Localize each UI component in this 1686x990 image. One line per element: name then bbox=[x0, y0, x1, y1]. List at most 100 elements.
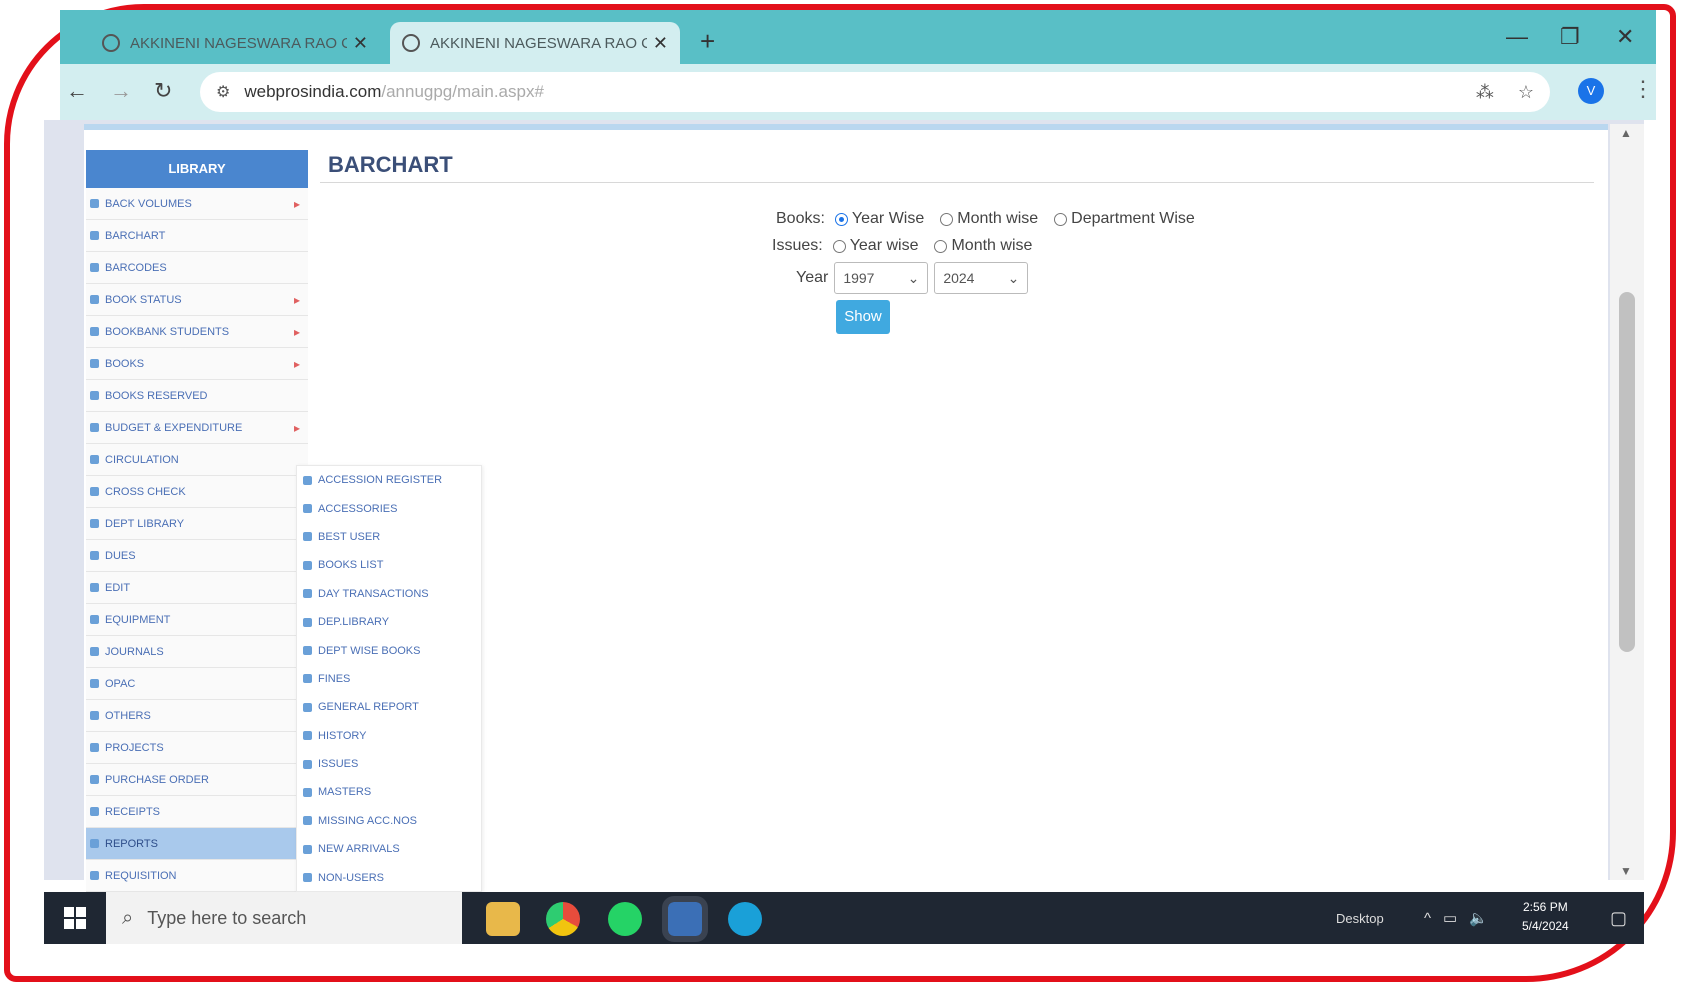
profile-avatar[interactable]: V bbox=[1578, 78, 1604, 104]
restore-icon[interactable]: ❐ bbox=[1560, 24, 1580, 50]
sidebar-item-dept-library[interactable]: DEPT LIBRARY bbox=[86, 508, 308, 540]
year-to-select[interactable]: 2024 ⌄ bbox=[934, 262, 1029, 294]
new-tab-button[interactable]: + bbox=[700, 26, 715, 57]
submenu-item-dep-library[interactable]: DEP.LIBRARY bbox=[297, 608, 481, 636]
submenu-item-books-list[interactable]: BOOKS LIST bbox=[297, 551, 481, 579]
submenu-item-label: GENERAL REPORT bbox=[318, 701, 419, 714]
minimize-icon[interactable]: — bbox=[1506, 24, 1528, 50]
translate-icon[interactable]: ⁂ bbox=[1476, 82, 1494, 103]
sidebar-item-dues[interactable]: DUES bbox=[86, 540, 308, 572]
notifications-icon[interactable]: ▢ bbox=[1610, 892, 1627, 944]
menu-bullet-icon bbox=[303, 532, 312, 542]
submenu-item-issues[interactable]: ISSUES bbox=[297, 750, 481, 778]
books-department-wise-option[interactable]: Department Wise bbox=[1054, 210, 1195, 228]
option-label: Department Wise bbox=[1071, 210, 1195, 227]
issues-month-wise-radio[interactable] bbox=[934, 239, 948, 253]
submenu-item-history[interactable]: HISTORY bbox=[297, 722, 481, 750]
sidebar-item-budget-expenditure[interactable]: BUDGET & EXPENDITURE ▸ bbox=[86, 412, 308, 444]
address-bar[interactable]: ⚙ webprosindia.com /annugpg/main.aspx# ⁂… bbox=[200, 72, 1550, 112]
menu-bullet-icon bbox=[303, 504, 312, 514]
issues-month-wise-option[interactable]: Month wise bbox=[934, 237, 1032, 255]
submenu-item-new-arrivals[interactable]: NEW ARRIVALS bbox=[297, 835, 481, 863]
submenu-item-accessories[interactable]: ACCESSORIES bbox=[297, 494, 481, 522]
sidebar-item-receipts[interactable]: RECEIPTS bbox=[86, 796, 308, 828]
browser-tab-2[interactable]: AKKINENI NAGESWARA RAO C ✕ bbox=[390, 22, 680, 64]
desktop-toolbar[interactable]: Desktop bbox=[1336, 892, 1384, 944]
sidebar-item-requisition[interactable]: REQUISITION bbox=[86, 860, 308, 892]
sidebar-item-projects[interactable]: PROJECTS bbox=[86, 732, 308, 764]
sidebar-item-edit[interactable]: EDIT bbox=[86, 572, 308, 604]
scroll-down-icon[interactable]: ▼ bbox=[1620, 864, 1632, 878]
sidebar-item-bookbank-students[interactable]: BOOKBANK STUDENTS ▸ bbox=[86, 316, 308, 348]
sidebar-item-equipment[interactable]: EQUIPMENT bbox=[86, 604, 308, 636]
show-button[interactable]: Show bbox=[836, 300, 890, 334]
volume-icon[interactable]: 🔈 bbox=[1469, 909, 1488, 927]
submenu-arrow-icon: ▸ bbox=[293, 420, 300, 435]
browser-tab-1[interactable]: AKKINENI NAGESWARA RAO C ✕ bbox=[90, 22, 380, 64]
taskbar-clock[interactable]: 2:56 PM 5/4/2024 bbox=[1522, 898, 1569, 936]
windows-taskbar: ⌕ Type here to search Desktop ^ ▭ 🔈 2:56… bbox=[44, 892, 1644, 944]
sidebar-item-barchart[interactable]: BARCHART bbox=[86, 220, 308, 252]
sidebar-item-others[interactable]: OTHERS bbox=[86, 700, 308, 732]
active-app-icon[interactable] bbox=[662, 896, 708, 942]
sidebar-item-purchase-order[interactable]: PURCHASE ORDER bbox=[86, 764, 308, 796]
whatsapp-icon[interactable] bbox=[608, 902, 642, 936]
submenu-item-missing-acc-nos[interactable]: MISSING ACC.NOS bbox=[297, 807, 481, 835]
desktop-label: Desktop bbox=[1336, 910, 1384, 926]
address-toolbar: ← → ↻ ⚙ webprosindia.com /annugpg/main.a… bbox=[60, 64, 1656, 120]
menu-bullet-icon bbox=[303, 844, 312, 854]
submenu-item-day-transactions[interactable]: DAY TRANSACTIONS bbox=[297, 580, 481, 608]
back-icon[interactable]: ← bbox=[66, 78, 88, 104]
sidebar-item-reports[interactable]: REPORTS bbox=[86, 828, 298, 860]
close-icon[interactable]: ✕ bbox=[653, 33, 668, 54]
sidebar-item-books[interactable]: BOOKS ▸ bbox=[86, 348, 308, 380]
sidebar-item-circulation[interactable]: CIRCULATION bbox=[86, 444, 308, 476]
menu-bullet-icon bbox=[303, 731, 312, 741]
submenu-item-accession-register[interactable]: ACCESSION REGISTER bbox=[297, 466, 481, 494]
sidebar-item-back-volumes[interactable]: BACK VOLUMES ▸ bbox=[86, 188, 308, 220]
close-window-icon[interactable]: ✕ bbox=[1616, 24, 1634, 50]
year-from-select[interactable]: 1997 ⌄ bbox=[834, 262, 929, 294]
sidebar-item-book-status[interactable]: BOOK STATUS ▸ bbox=[86, 284, 308, 316]
issues-label: Issues: bbox=[772, 237, 823, 254]
sidebar-item-barcodes[interactable]: BARCODES bbox=[86, 252, 308, 284]
books-month-wise-radio[interactable] bbox=[940, 212, 954, 226]
sidebar-item-opac[interactable]: OPAC bbox=[86, 668, 308, 700]
scroll-up-icon[interactable]: ▲ bbox=[1620, 126, 1632, 140]
submenu-item-masters[interactable]: MASTERS bbox=[297, 778, 481, 806]
menu-bullet-icon bbox=[90, 391, 99, 400]
submenu-item-non-users[interactable]: NON-USERS bbox=[297, 863, 481, 891]
network-icon[interactable]: ▭ bbox=[1443, 909, 1457, 927]
sidebar-item-label: BOOK STATUS bbox=[105, 293, 182, 306]
chevron-up-icon[interactable]: ^ bbox=[1424, 910, 1431, 927]
site-info-icon[interactable]: ⚙ bbox=[216, 82, 230, 102]
submenu-item-general-report[interactable]: GENERAL REPORT bbox=[297, 693, 481, 721]
chrome-icon[interactable] bbox=[546, 902, 580, 936]
edge-icon[interactable] bbox=[728, 902, 762, 936]
submenu-item-dept-wise-books[interactable]: DEPT WISE BOOKS bbox=[297, 636, 481, 664]
sidebar-item-journals[interactable]: JOURNALS bbox=[86, 636, 308, 668]
reload-icon[interactable]: ↻ bbox=[154, 78, 172, 104]
submenu-item-fines[interactable]: FINES bbox=[297, 665, 481, 693]
forward-icon[interactable]: → bbox=[110, 78, 132, 104]
books-month-wise-option[interactable]: Month wise bbox=[940, 210, 1038, 228]
vertical-scrollbar[interactable]: ▲ ▼ bbox=[1610, 124, 1644, 880]
close-icon[interactable]: ✕ bbox=[353, 33, 368, 54]
globe-icon bbox=[402, 34, 420, 52]
books-year-wise-option[interactable]: Year Wise bbox=[834, 210, 924, 228]
issues-year-wise-radio[interactable] bbox=[832, 239, 846, 253]
option-label: Month wise bbox=[957, 210, 1039, 227]
start-button[interactable] bbox=[44, 892, 106, 944]
submenu-item-best-user[interactable]: BEST USER bbox=[297, 523, 481, 551]
sidebar-item-books-reserved[interactable]: BOOKS RESERVED bbox=[86, 380, 308, 412]
taskbar-search-box[interactable]: ⌕ Type here to search bbox=[106, 892, 462, 944]
url-domain: webprosindia.com bbox=[244, 82, 382, 101]
scrollbar-thumb[interactable] bbox=[1619, 292, 1635, 652]
books-department-wise-radio[interactable] bbox=[1054, 212, 1068, 226]
file-explorer-icon[interactable] bbox=[486, 902, 520, 936]
books-year-wise-radio[interactable] bbox=[834, 212, 848, 226]
menu-kebab-icon[interactable]: ⋮ bbox=[1632, 76, 1654, 102]
bookmark-star-icon[interactable]: ☆ bbox=[1518, 82, 1534, 103]
issues-year-wise-option[interactable]: Year wise bbox=[832, 237, 918, 255]
sidebar-item-cross-check[interactable]: CROSS CHECK bbox=[86, 476, 308, 508]
